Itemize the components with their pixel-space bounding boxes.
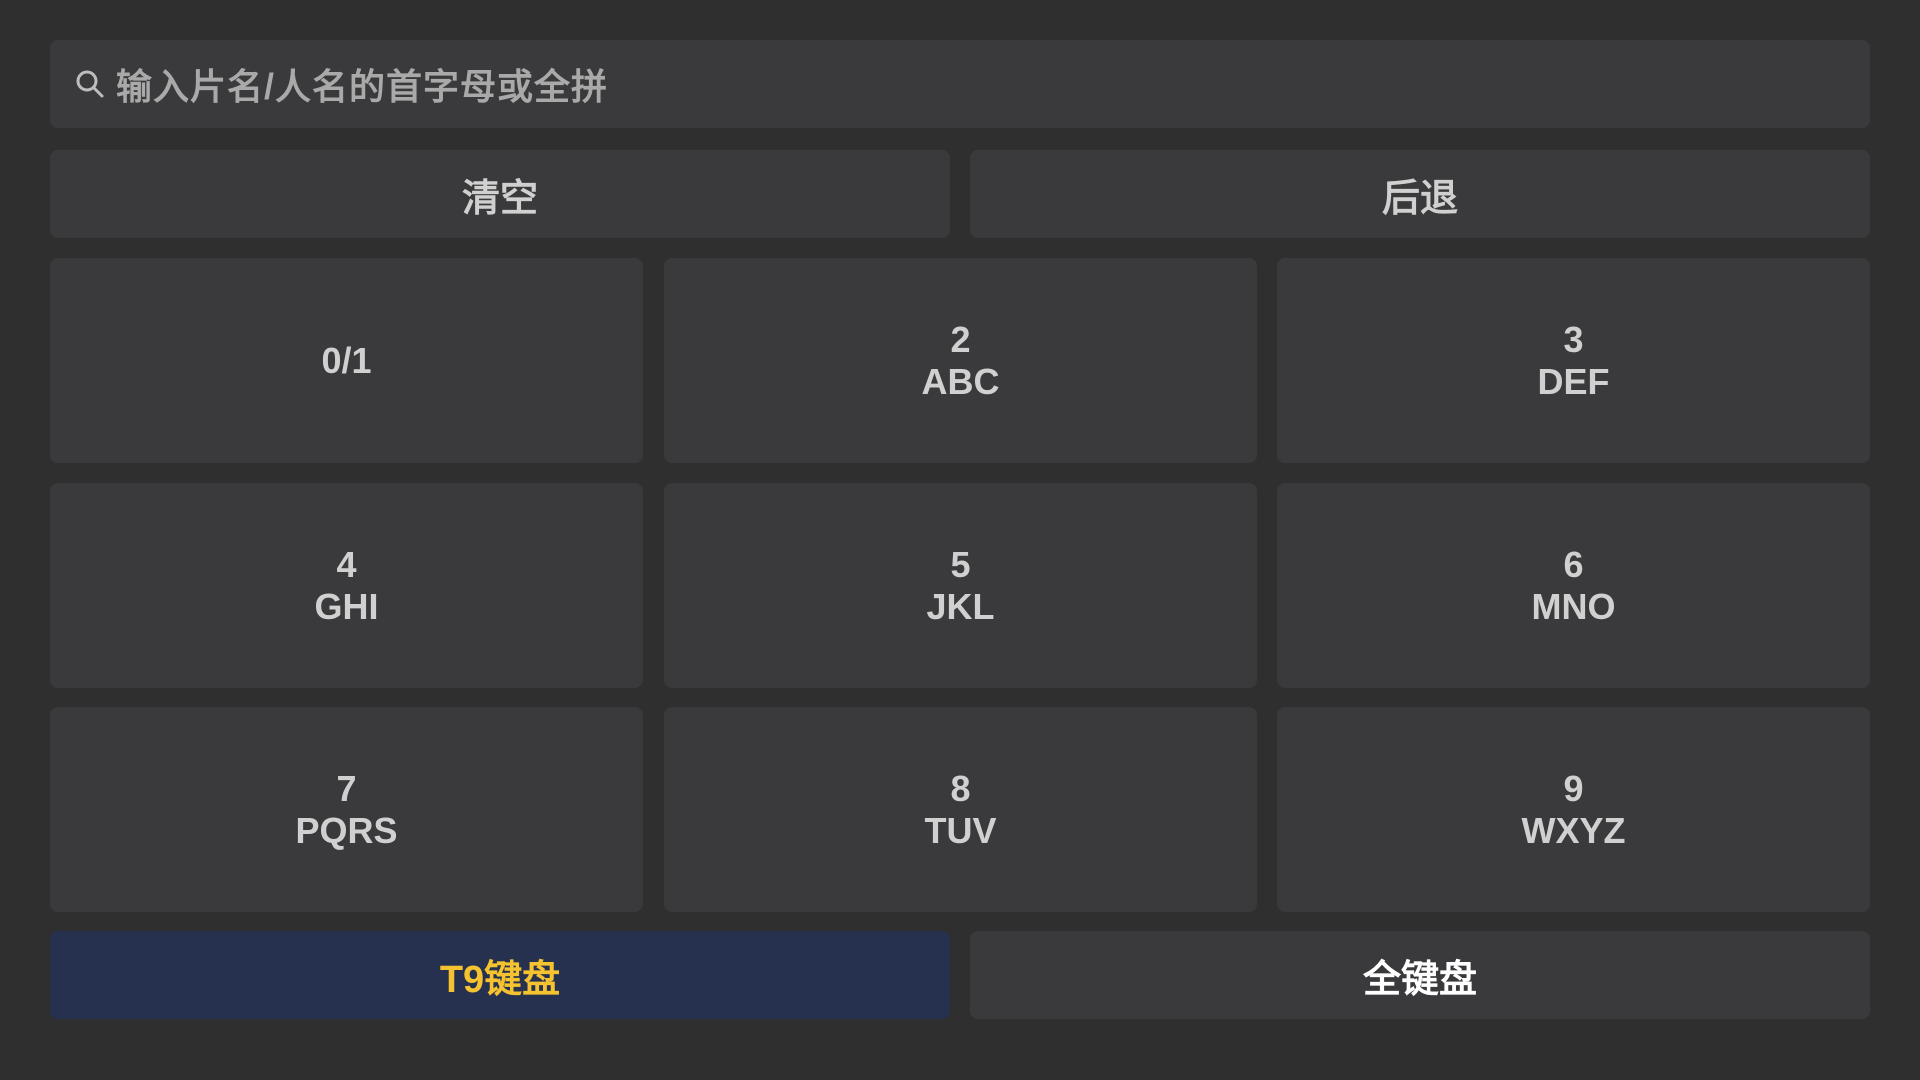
key-letters: GHI <box>314 585 379 627</box>
key-digit: 5 <box>950 543 971 585</box>
key-2[interactable]: 2 ABC <box>664 258 1257 463</box>
backspace-button-label: 后退 <box>1381 177 1458 220</box>
t9-keyboard-label: T9键盘 <box>439 958 561 1001</box>
full-keyboard-label: 全键盘 <box>1362 958 1477 1001</box>
search-placeholder: 输入片名/人名的首字母或全拼 <box>116 66 609 107</box>
key-7[interactable]: 7 PQRS <box>50 707 643 912</box>
key-digit: 9 <box>1563 767 1584 809</box>
t9-search-screen: 输入片名/人名的首字母或全拼 清空 后退 0/1 2 ABC 3 DEF 4 G… <box>0 0 1920 1080</box>
key-digit: 7 <box>336 767 357 809</box>
clear-button-label: 清空 <box>461 177 538 220</box>
key-letters: 0/1 <box>321 339 372 381</box>
key-digit: 2 <box>950 318 971 360</box>
key-digit: 4 <box>336 543 357 585</box>
key-letters: DEF <box>1537 360 1610 402</box>
key-letters: PQRS <box>295 809 398 851</box>
search-icon <box>74 68 106 100</box>
key-letters: MNO <box>1531 585 1616 627</box>
full-keyboard-tab[interactable]: 全键盘 <box>970 931 1870 1019</box>
key-6[interactable]: 6 MNO <box>1277 483 1870 688</box>
key-letters: ABC <box>921 360 1000 402</box>
key-5[interactable]: 5 JKL <box>664 483 1257 688</box>
key-4[interactable]: 4 GHI <box>50 483 643 688</box>
backspace-button[interactable]: 后退 <box>970 150 1870 238</box>
key-digit: 8 <box>950 767 971 809</box>
key-digit: 3 <box>1563 318 1584 360</box>
key-digit: 6 <box>1563 543 1584 585</box>
key-letters: TUV <box>924 809 997 851</box>
key-9[interactable]: 9 WXYZ <box>1277 707 1870 912</box>
key-8[interactable]: 8 TUV <box>664 707 1257 912</box>
key-letters: JKL <box>926 585 995 627</box>
search-input[interactable]: 输入片名/人名的首字母或全拼 <box>50 40 1870 128</box>
clear-button[interactable]: 清空 <box>50 150 950 238</box>
key-3[interactable]: 3 DEF <box>1277 258 1870 463</box>
t9-keyboard-tab[interactable]: T9键盘 <box>50 931 950 1019</box>
key-letters: WXYZ <box>1521 809 1626 851</box>
key-0-1[interactable]: 0/1 <box>50 258 643 463</box>
